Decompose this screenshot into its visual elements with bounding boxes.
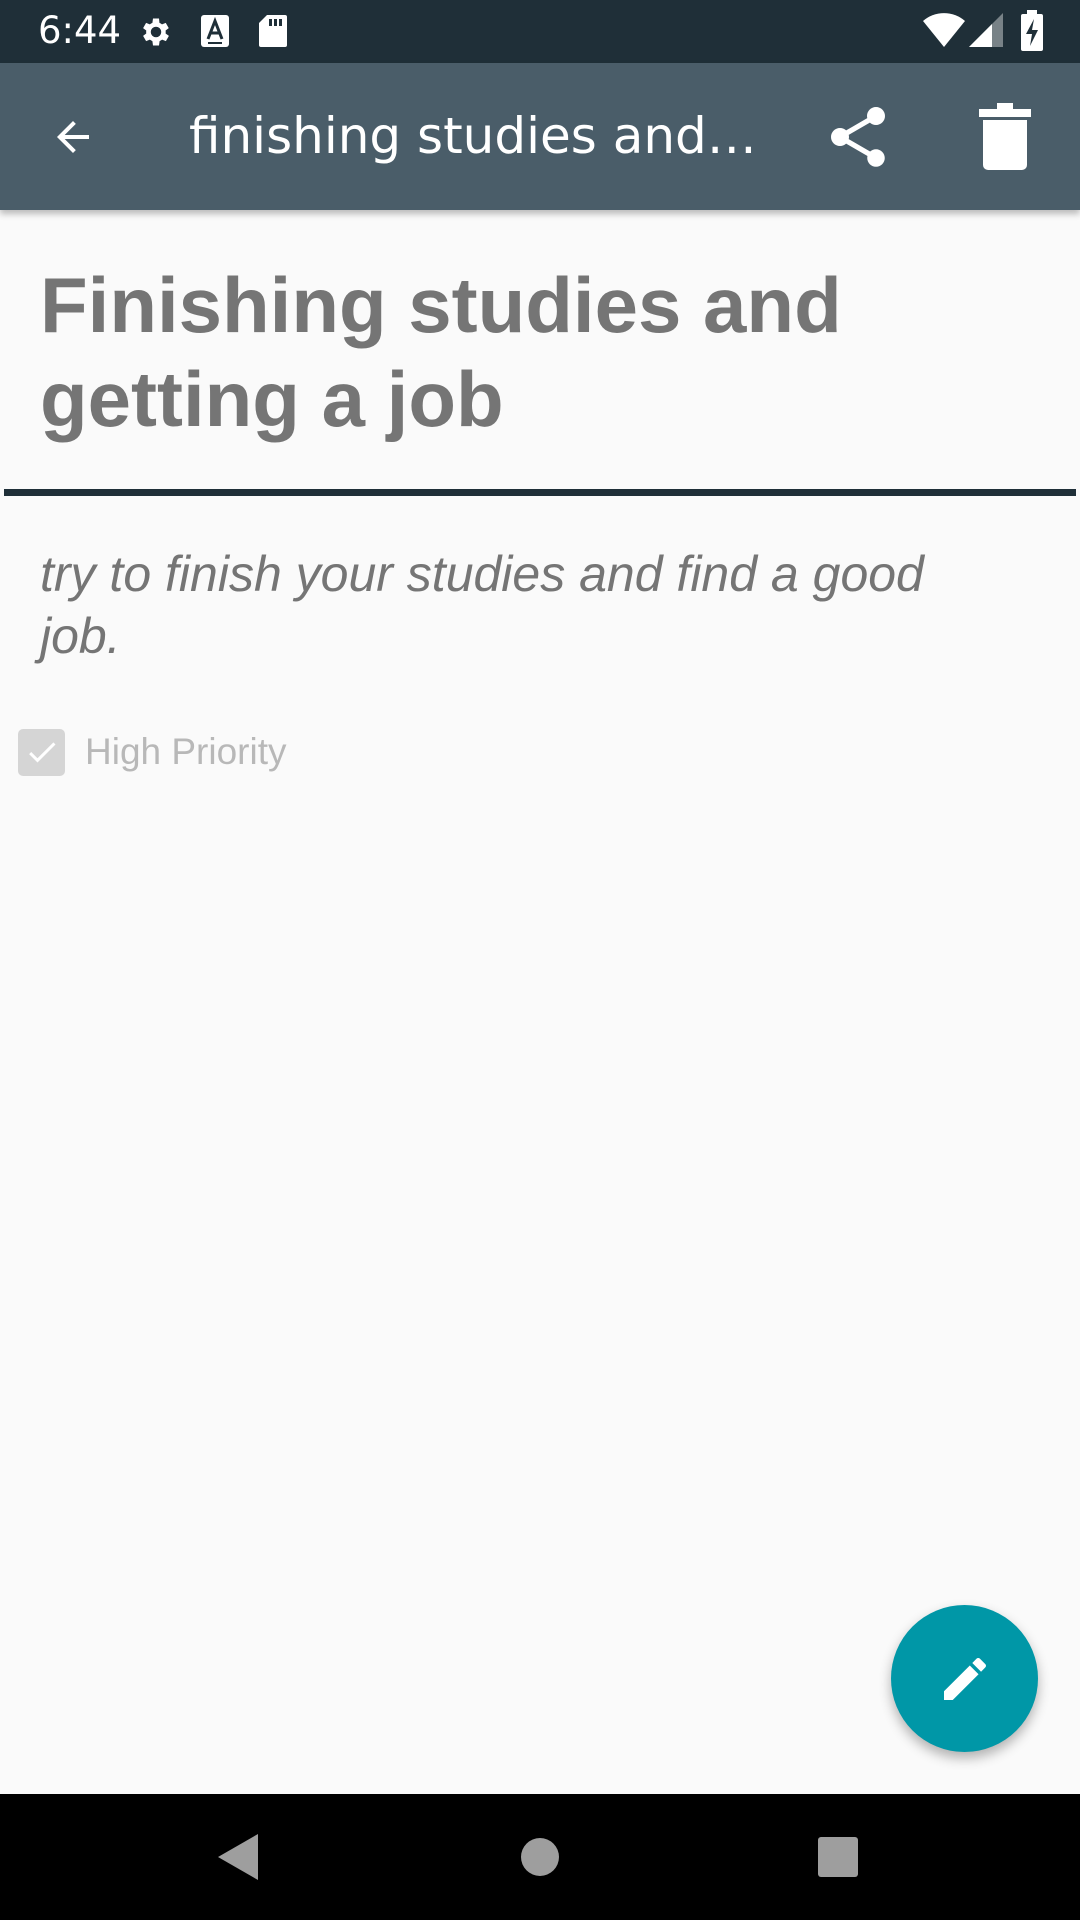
sd-card-icon	[259, 15, 287, 47]
note-title-line: getting a job	[40, 355, 504, 443]
high-priority-row: High Priority	[18, 728, 287, 776]
note-title: Finishing studies and getting a job	[40, 258, 1040, 446]
delete-button[interactable]	[950, 63, 1060, 210]
home-circle-icon	[521, 1838, 559, 1876]
trash-icon	[979, 102, 1031, 170]
note-detail-screen: 6:44 finishing studies and g… Finishing …	[0, 0, 1080, 1920]
note-body-line: try to finish your studies and find a go…	[40, 546, 924, 602]
high-priority-label: High Priority	[85, 731, 287, 772]
recents-square-icon	[818, 1837, 858, 1877]
battery-charging-icon	[1021, 10, 1043, 51]
title-divider	[4, 489, 1076, 496]
wifi-icon	[923, 13, 965, 47]
high-priority-checkbox[interactable]	[18, 728, 65, 776]
settings-icon	[143, 18, 169, 46]
checkmark-icon	[28, 742, 55, 763]
status-bar: 6:44	[0, 0, 1080, 63]
app-bar: finishing studies and g…	[0, 63, 1080, 210]
note-body: try to finish your studies and find a go…	[40, 543, 1030, 667]
note-title-line: Finishing studies and	[40, 261, 842, 349]
edit-pencil-icon	[943, 1657, 986, 1700]
nav-home-button[interactable]	[470, 1794, 610, 1920]
back-triangle-icon	[218, 1834, 258, 1880]
share-icon	[831, 106, 885, 167]
share-button[interactable]	[803, 63, 913, 210]
nav-recents-button[interactable]	[768, 1794, 908, 1920]
system-nav-bar	[0, 1794, 1080, 1920]
app-bar-title: finishing studies and g…	[189, 107, 769, 165]
font-a-icon	[201, 15, 229, 47]
arrow-back-icon	[57, 120, 89, 153]
cell-signal-icon	[969, 13, 1003, 47]
status-time: 6:44	[38, 9, 122, 52]
note-body-line: job.	[40, 608, 121, 664]
back-button[interactable]	[18, 63, 128, 210]
edit-fab-button[interactable]	[891, 1605, 1038, 1752]
nav-back-button[interactable]	[168, 1794, 308, 1920]
